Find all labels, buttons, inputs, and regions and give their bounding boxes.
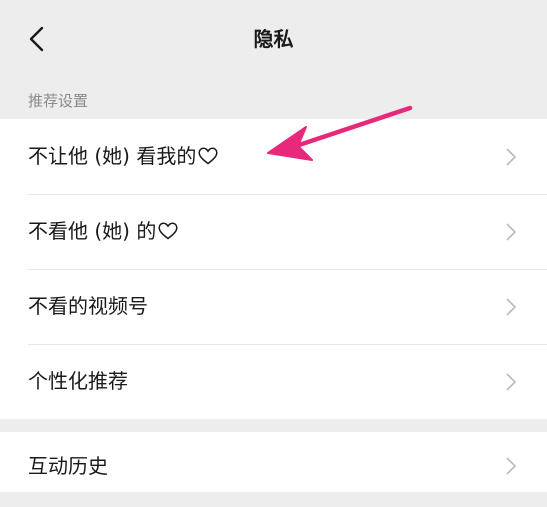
- chevron-right-icon: [506, 148, 517, 166]
- page-title: 隐私: [253, 27, 294, 51]
- row-personalized-recommendation[interactable]: 个性化推荐: [0, 344, 547, 419]
- row-label: 互动历史: [28, 454, 108, 478]
- chevron-right-icon: [506, 298, 517, 316]
- header-bar: 隐私: [0, 0, 547, 84]
- row-label: 不让他 (她) 看我的: [28, 142, 218, 170]
- heart-icon: [198, 147, 218, 165]
- chevron-right-icon: [506, 373, 517, 391]
- chevron-right-icon: [506, 457, 517, 475]
- row-label: 个性化推荐: [28, 369, 128, 393]
- heart-icon: [158, 222, 178, 240]
- row-label: 不看他 (她) 的: [28, 217, 178, 245]
- section-label: 推荐设置: [28, 92, 89, 110]
- settings-list: 不让他 (她) 看我的 不看他 (她) 的 不看的视频号 个性化推荐: [0, 119, 547, 419]
- row-label: 不看的视频号: [28, 294, 148, 318]
- row-interaction-history[interactable]: 互动历史: [0, 432, 547, 507]
- settings-list-2: 互动历史: [0, 432, 547, 492]
- row-hidden-channels[interactable]: 不看的视频号: [0, 269, 547, 344]
- row-hide-my-moments[interactable]: 不让他 (她) 看我的: [0, 119, 547, 194]
- chevron-right-icon: [506, 223, 517, 241]
- row-hide-their-moments[interactable]: 不看他 (她) 的: [0, 194, 547, 269]
